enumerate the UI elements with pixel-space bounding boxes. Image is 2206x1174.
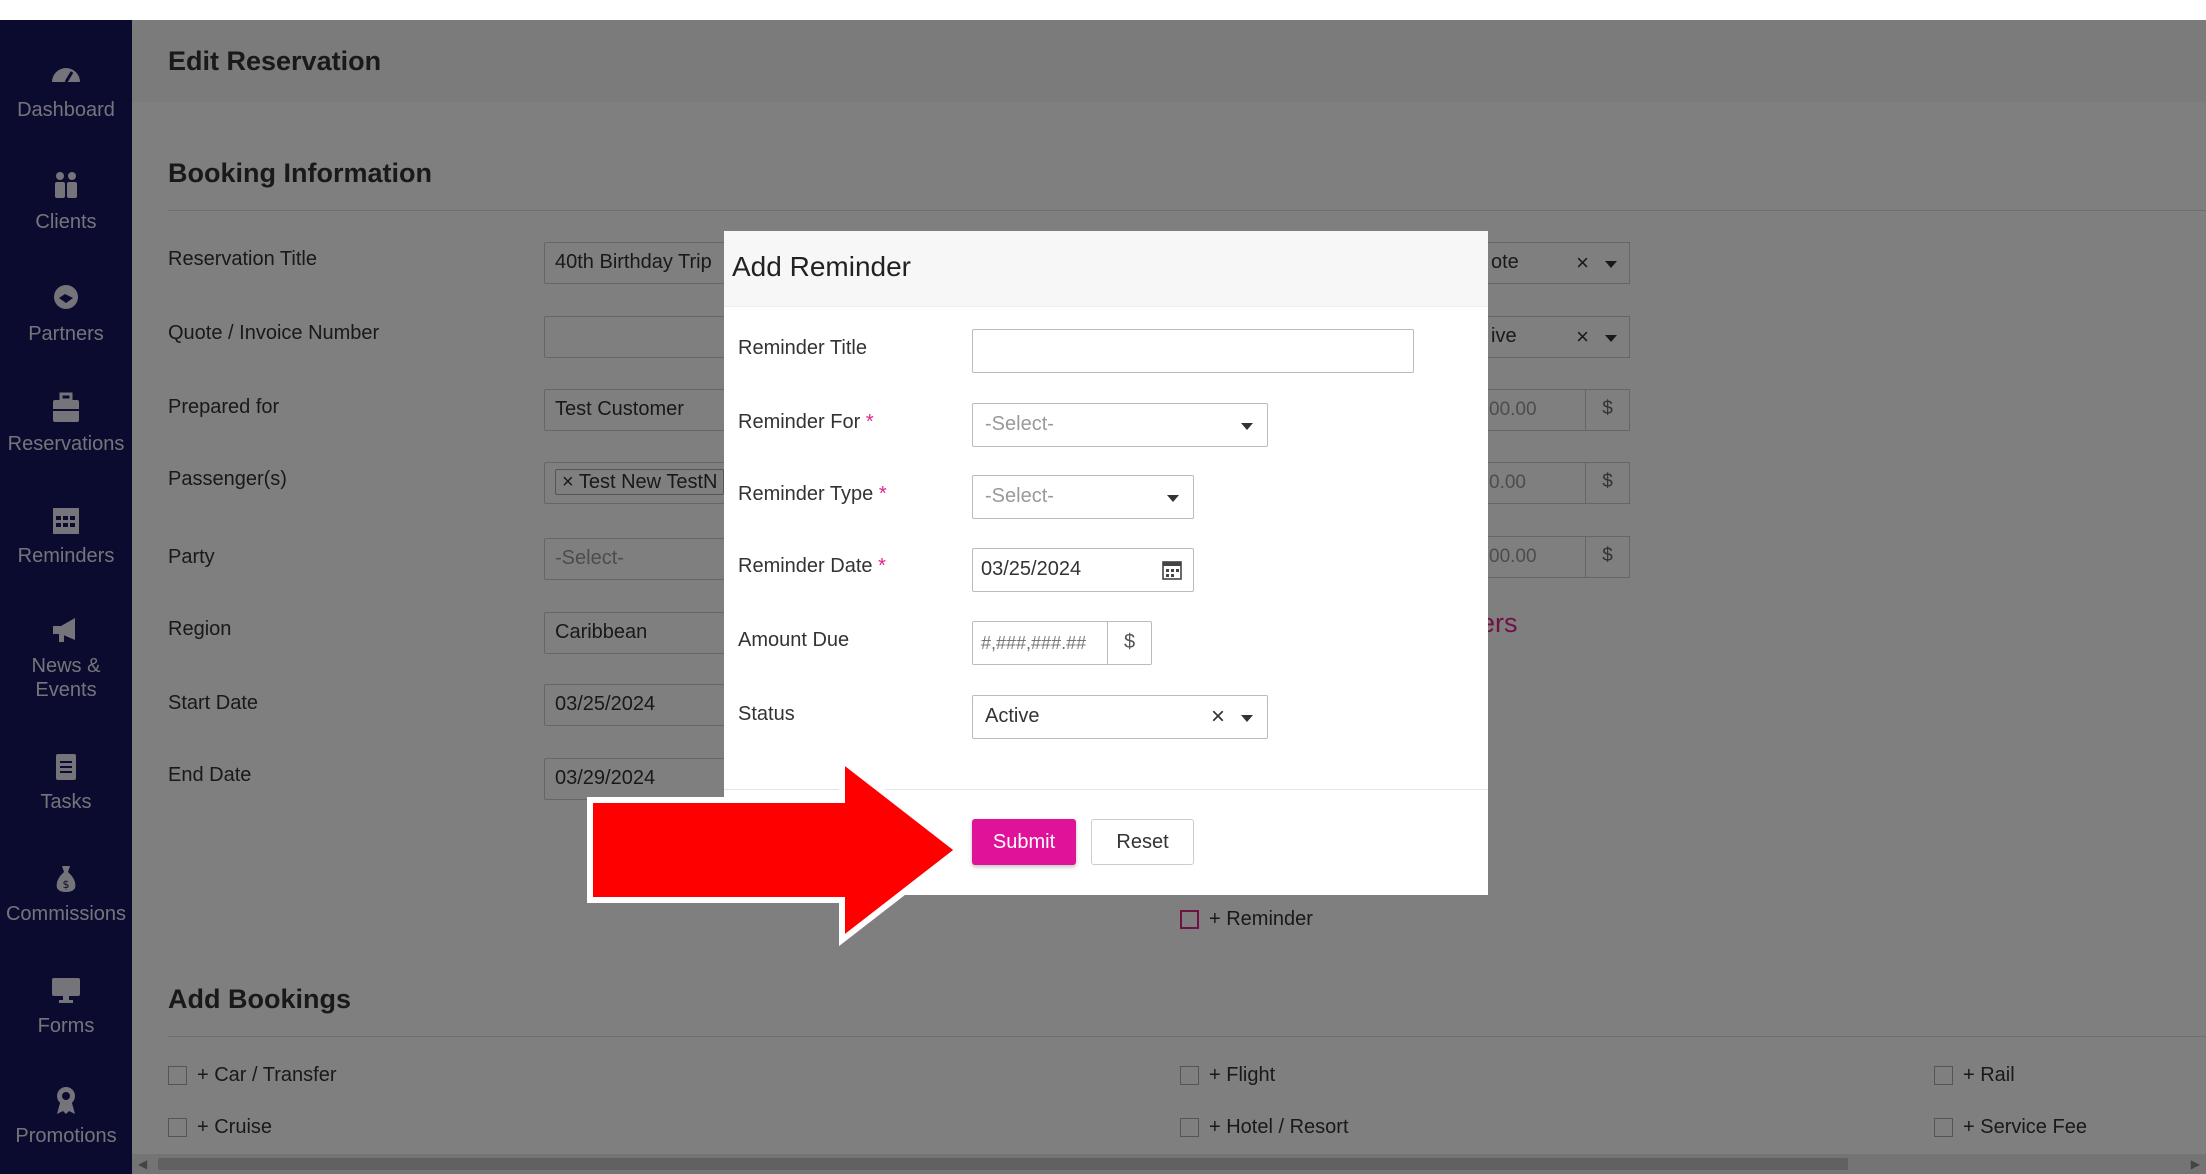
submit-button[interactable]: Submit xyxy=(972,819,1076,865)
currency-addon: $ xyxy=(1107,622,1151,664)
date-value: 03/25/2024 xyxy=(981,558,1082,580)
modal-title: Add Reminder xyxy=(732,251,911,282)
reset-button[interactable]: Reset xyxy=(1091,819,1194,865)
chevron-down-icon xyxy=(1167,495,1179,502)
select-value: Active xyxy=(985,705,1040,727)
amount-due-label: Amount Due xyxy=(738,629,850,651)
reminder-date-input[interactable]: 03/25/2024 xyxy=(972,548,1194,592)
label-text: Reminder Date xyxy=(738,555,873,577)
select-placeholder: -Select- xyxy=(985,485,1054,507)
reminder-type-label: Reminder Type * xyxy=(738,483,887,506)
red-arrow-icon xyxy=(587,753,960,947)
status-label: Status xyxy=(738,703,795,725)
reminder-date-label: Reminder Date * xyxy=(738,555,886,578)
required-marker: * xyxy=(878,555,886,577)
calendar-icon[interactable] xyxy=(1161,559,1183,581)
reminder-for-select[interactable]: -Select- xyxy=(972,403,1268,447)
clear-icon[interactable]: × xyxy=(1211,703,1225,731)
label-text: Reminder For xyxy=(738,411,861,433)
reminder-type-select[interactable]: -Select- xyxy=(972,475,1194,519)
select-placeholder: -Select- xyxy=(985,413,1054,435)
reminder-title-input[interactable] xyxy=(972,329,1414,373)
status-select[interactable]: Active × xyxy=(972,695,1268,739)
reminder-for-label: Reminder For * xyxy=(738,411,874,434)
amount-due-input[interactable] xyxy=(973,622,1107,664)
modal-header: Add Reminder xyxy=(724,231,1488,307)
required-marker: * xyxy=(865,411,874,433)
reminder-title-label: Reminder Title xyxy=(738,337,867,359)
required-marker: * xyxy=(878,483,887,505)
chevron-down-icon xyxy=(1241,715,1253,722)
amount-due-field[interactable]: $ xyxy=(972,621,1152,665)
top-strip xyxy=(0,0,2206,20)
label-text: Reminder Type xyxy=(738,483,874,505)
chevron-down-icon xyxy=(1241,423,1253,430)
